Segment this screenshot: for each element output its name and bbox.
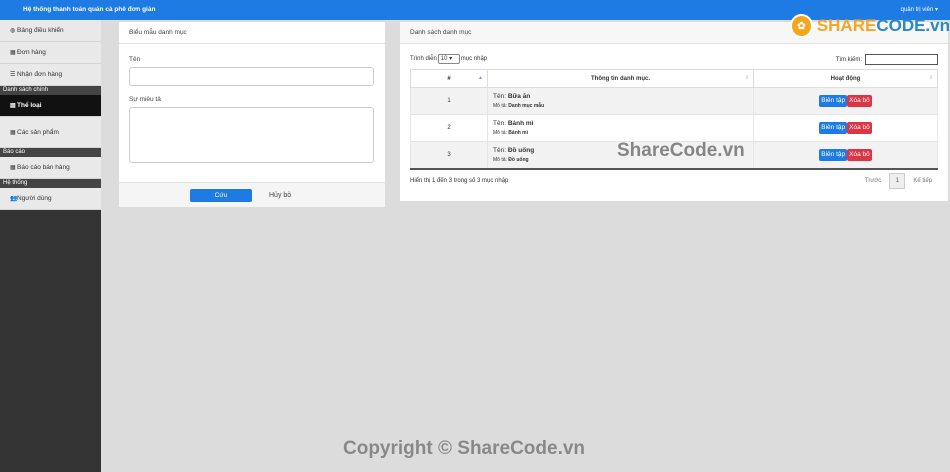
sidebar-item-dashboard[interactable]: ◍ Bảng điều khiển [0,20,101,42]
sort-icon: ⇕ [928,75,933,81]
table-search: Tìm kiếm: [836,54,938,65]
sidebar-section-main: Danh sách chính [0,86,101,95]
sidebar: ◍ Bảng điều khiển ▦ Đơn hàng ☰ Nhận đơn hàn… [0,20,101,472]
sidebar-item-label: Nhận đơn hàng [17,71,63,78]
watermark-center: ShareCode.vn [617,140,745,161]
app-title[interactable]: Hệ thống thanh toán quán cà phê đơn giản [23,6,155,13]
report-icon: ▦ [10,165,16,171]
description-textarea[interactable] [129,107,374,163]
row-actions: Biên tập Xóa bỏ [753,141,938,170]
category-name: Bữa ăn [507,93,531,100]
sidebar-item-sales-report[interactable]: ▦ Báo cáo bán hàng [0,157,101,179]
search-input[interactable] [865,54,938,65]
list-icon: ☰ [10,72,16,78]
sidebar-item-products[interactable]: ▦ Các sản phẩm [0,117,101,148]
sidebar-item-label: Bảng điều khiển [17,27,64,34]
sort-icon: ⇕ [744,75,749,81]
delete-button[interactable]: Xóa bỏ [847,148,872,161]
search-label: Tìm kiếm: [835,56,862,63]
sharecode-logo-icon: ✿ [790,14,813,38]
row-number: 2 [410,114,488,142]
column-header-number[interactable]: # ▲ [410,69,488,88]
name-label: Tên [129,56,141,63]
cancel-button[interactable]: Hủy bỏ [269,189,291,202]
page-length-control: Trình diễn 10 ▾ mục nhập [410,54,487,64]
category-list-panel: Danh sách danh mục Trình diễn 10 ▾ mục n… [400,22,948,201]
sidebar-item-categories[interactable]: ▤ Thể loại [0,95,101,117]
length-prefix: Trình diễn [410,56,437,62]
orders-icon: ▦ [10,50,16,56]
users-icon: 👥 [10,196,18,202]
desc-prefix: Mô tả: [493,130,507,136]
row-number: 3 [410,141,488,170]
row-info: Tên: Bánh mì Mô tả: Bánh mì [487,114,754,142]
current-page-button[interactable]: 1 [889,173,906,189]
sharecode-logo-text: SHARECODE.vn [816,16,950,35]
desc-prefix: Mô tả: [493,103,507,109]
prev-page-button[interactable]: Trước [865,178,881,184]
row-number: 1 [410,87,488,115]
category-desc: Danh mục mẫu [508,103,545,109]
row-actions: Biên tập Xóa bỏ [753,114,938,142]
form-footer: Cứu Hủy bỏ [119,182,385,207]
pagination: Trước 1 Kế tiếp [865,173,932,189]
sidebar-section-report: Báo cáo [0,148,101,157]
edit-button[interactable]: Biên tập [819,95,848,107]
description-label: Sự miêu tả [129,96,161,103]
column-header-info[interactable]: Thông tin danh mục. ⇕ [487,69,754,88]
sidebar-item-take-order[interactable]: ☰ Nhận đơn hàng [0,64,101,86]
sidebar-item-label: Người dùng [17,195,52,202]
name-prefix: Tên: [493,146,507,154]
row-info: Tên: Bữa ăn Mô tả: Danh mục mẫu [487,87,754,115]
delete-button[interactable]: Xóa bỏ [847,122,872,134]
sidebar-section-system: Hệ thống [0,179,101,188]
sidebar-item-label: Các sản phẩm [17,128,59,136]
table-row: 2 Tên: Bánh mì Mô tả: Bánh mì Biên tập Xó… [410,114,938,142]
edit-button[interactable]: Biên tập [819,122,848,134]
name-prefix: Tên: [493,93,507,100]
save-button[interactable]: Cứu [190,189,252,202]
form-title: Biểu mẫu danh mục [119,22,385,44]
category-desc: Đồ uống [508,156,529,163]
sidebar-main-group: ▤ Thể loại ▦ Các sản phẩm [0,95,101,148]
sidebar-item-users[interactable]: 👥 Người dùng [0,188,101,210]
table-info: Hiển thị 1 đến 3 trong số 3 mục nhập [410,178,509,184]
length-suffix: mục nhập [460,56,488,62]
name-prefix: Tên: [493,120,507,127]
category-form-panel: Biểu mẫu danh mục Tên Sự miêu tả Cứu Hủy… [119,22,385,207]
desc-prefix: Mô tả: [493,156,507,163]
sidebar-item-label: Báo cáo bán hàng [17,164,70,171]
next-page-button[interactable]: Kế tiếp [913,178,932,184]
table-row: 1 Tên: Bữa ăn Mô tả: Danh mục mẫu Biên t… [410,87,938,115]
category-name: Đồ uống [507,146,535,154]
sidebar-top-group: ◍ Bảng điều khiển ▦ Đơn hàng ☰ Nhận đơn hàn… [0,20,101,86]
sidebar-item-orders[interactable]: ▦ Đơn hàng [0,42,101,64]
sidebar-system-group: 👥 Người dùng [0,188,101,210]
watermark-copyright: Copyright © ShareCode.vn [343,438,586,459]
sort-asc-icon: ▲ [478,75,483,81]
category-icon: ▤ [10,103,16,109]
category-desc: Bánh mì [508,130,529,136]
edit-button[interactable]: Biên tập [819,148,848,161]
dashboard-icon: ◍ [10,28,16,34]
name-input[interactable] [129,67,374,86]
sidebar-item-label: Thể loại [17,102,42,109]
sharecode-logo: ✿ SHARECODE.vn [790,12,950,40]
column-header-actions[interactable]: Hoạt động ⇕ [753,69,938,88]
sidebar-report-group: ▦ Báo cáo bán hàng [0,157,101,179]
row-actions: Biên tập Xóa bỏ [753,87,938,115]
sidebar-item-label: Đơn hàng [17,49,46,56]
grid-icon: ▦ [10,129,16,136]
page-length-select[interactable]: 10 ▾ [437,54,460,64]
category-name: Bánh mì [507,120,534,127]
delete-button[interactable]: Xóa bỏ [847,95,872,107]
